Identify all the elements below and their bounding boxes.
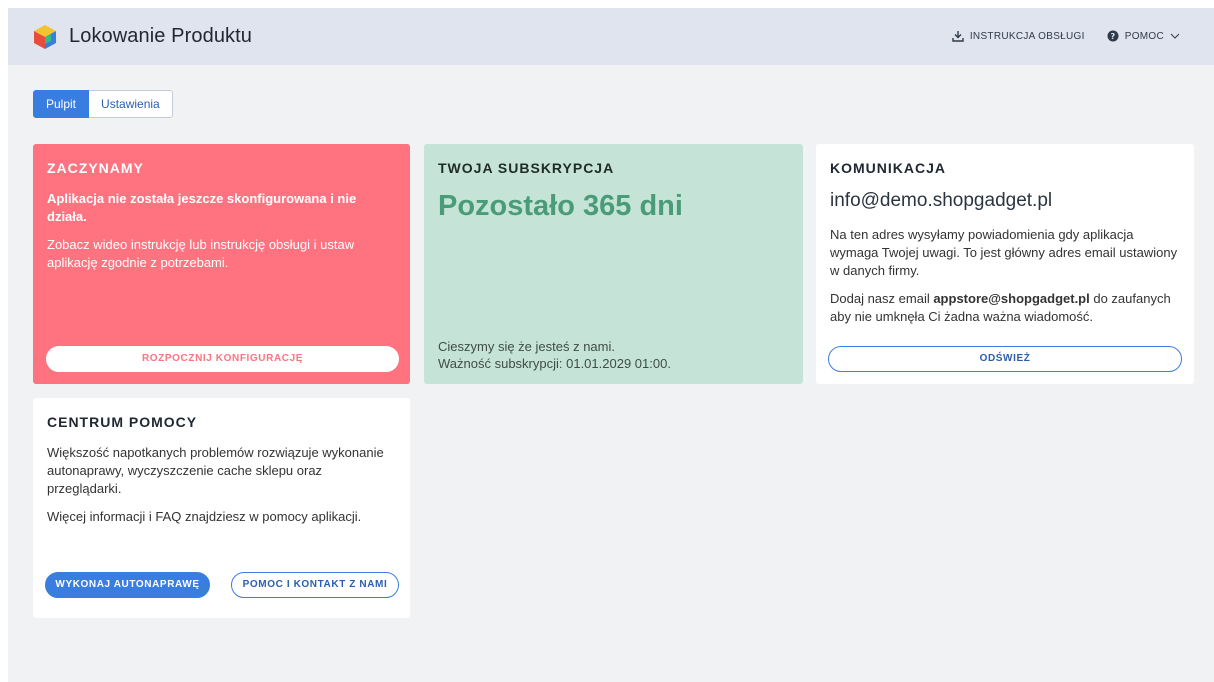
help-center-card: CENTRUM POMOCY Większość napotkanych pro… [33,398,410,618]
subscription-footer: Cieszymy się że jesteś z nami. Ważność s… [438,338,671,372]
top-actions: INSTRUKCJA OBSŁUGI ? POMOC [952,30,1186,42]
trusted-email: appstore@shopgadget.pl [933,291,1090,306]
app-title: Lokowanie Produktu [69,25,253,47]
help-text-faq: Więcej informacji i FAQ znajdziesz w pom… [47,509,362,524]
start-configuration-button[interactable]: ROZPOCZNIJ KONFIGURACJĘ [46,346,399,372]
tab-ustawienia[interactable]: Ustawienia [89,90,173,118]
trust-prefix: Dodaj nasz email [830,291,934,306]
subscription-card-title: TWOJA SUBSKRYPCJA [438,160,615,176]
notification-email: info@demo.shopgadget.pl [830,190,1053,211]
subscription-card: TWOJA SUBSKRYPCJA Pozostało 365 dni Cies… [424,144,803,384]
top-bar: Lokowanie Produktu INSTRUKCJA OBSŁUGI ? … [8,8,1214,65]
question-circle-icon: ? [1107,30,1119,42]
start-card-title: ZACZYNAMY [47,160,144,176]
subscription-remaining: Pozostało 365 dni [438,190,683,222]
manual-label: INSTRUKCJA OBSŁUGI [969,30,1085,42]
app-logo-icon [34,25,56,49]
communication-card-title: KOMUNIKACJA [830,160,946,176]
help-card-title: CENTRUM POMOCY [47,414,198,430]
communication-trust: Dodaj nasz email appstore@shopgadget.pl … [830,290,1180,326]
app-window: Lokowanie Produktu INSTRUKCJA OBSŁUGI ? … [8,8,1214,682]
subscription-thanks: Cieszymy się że jesteś z nami. [438,339,615,354]
subscription-validity: Ważność subskrypcji: 01.01.2029 01:00. [438,356,671,371]
help-contact-button[interactable]: POMOC I KONTAKT Z NAMI [231,572,399,598]
refresh-button[interactable]: ODŚWIEŻ [828,346,1182,372]
tab-bar: Pulpit Ustawienia [33,90,173,118]
help-text-repair: Większość napotkanych problemów rozwiązu… [47,445,384,496]
help-menu[interactable]: ? POMOC [1107,30,1186,42]
communication-card: KOMUNIKACJA info@demo.shopgadget.pl Na t… [816,144,1194,384]
manual-link[interactable]: INSTRUKCJA OBSŁUGI [952,30,1085,42]
svg-text:?: ? [1110,32,1115,41]
chevron-down-icon [1170,33,1180,39]
start-warning: Aplikacja nie została jeszcze skonfiguro… [47,191,357,224]
communication-info: Na ten adres wysyłamy powiadomienia gdy … [830,227,1178,278]
autorepair-button[interactable]: WYKONAJ AUTONAPRAWĘ [45,572,210,598]
start-card: ZACZYNAMY Aplikacja nie została jeszcze … [33,144,410,384]
start-description: Zobacz wideo instrukcję lub instrukcję o… [47,237,355,270]
help-label: POMOC [1124,30,1164,42]
download-icon [952,31,964,42]
tab-pulpit[interactable]: Pulpit [33,90,90,118]
